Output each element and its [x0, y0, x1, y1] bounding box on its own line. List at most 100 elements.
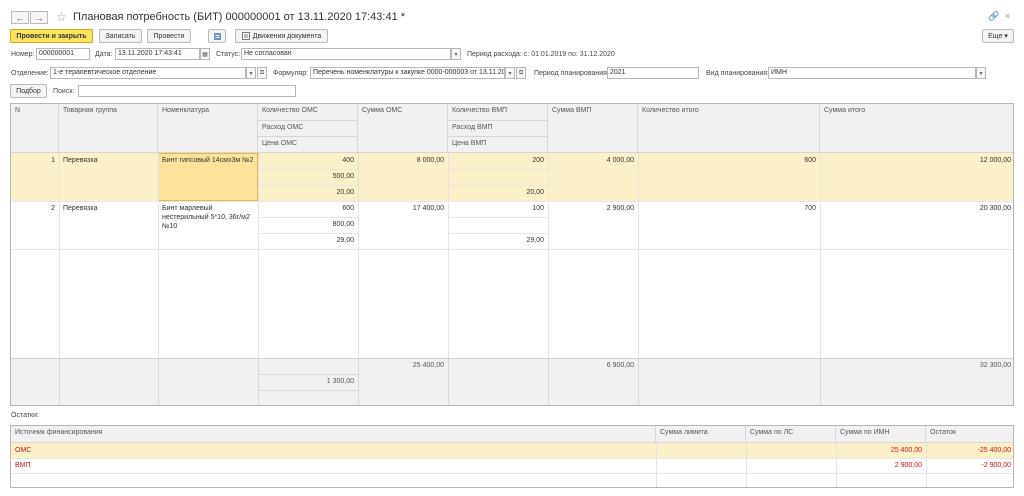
total-sum-total: 32 300,00	[979, 362, 1011, 369]
col-consumption-vmp[interactable]: Расход ВМП	[448, 121, 548, 137]
subrow-line	[448, 217, 548, 218]
col-divider	[448, 153, 449, 358]
department-label: Отделение:	[11, 70, 49, 77]
plan-kind-dropdown-icon[interactable]: ▾	[976, 67, 986, 79]
col-by-ls[interactable]: Сумма по ЛС	[746, 426, 836, 443]
col-nomenclature[interactable]: Номенклатура	[158, 104, 258, 153]
balance-row1-rest[interactable]: -25 400,00	[926, 446, 1013, 456]
col-price-oms[interactable]: Цена ОМС	[258, 137, 358, 153]
subrow-line	[258, 217, 358, 218]
subrow-line	[448, 169, 548, 170]
row2-consumption-oms[interactable]: 800,00	[258, 220, 358, 230]
col-sum-total[interactable]: Сумма итого	[820, 104, 1013, 153]
row1-qty-oms[interactable]: 400	[258, 156, 358, 166]
row1-qty-total[interactable]: 600	[638, 156, 820, 166]
plan-period-label: Период планирования:	[534, 70, 609, 77]
row2-qty-oms[interactable]: 600	[258, 204, 358, 214]
row2-price-vmp[interactable]: 29,00	[448, 236, 548, 246]
back-arrow-icon[interactable]: ←	[11, 11, 29, 24]
save-button[interactable]: Записать	[99, 29, 142, 43]
row1-sum-total[interactable]: 12 000,00	[820, 156, 1013, 166]
footer-divider	[59, 358, 60, 405]
row2-qty-total[interactable]: 700	[638, 204, 820, 214]
more-label: Еще	[988, 32, 1003, 40]
document-movements-button[interactable]: Движения документа	[235, 29, 328, 43]
footer-divider	[448, 358, 449, 405]
col-sum-oms[interactable]: Сумма ОМС	[358, 104, 448, 153]
row1-nomenclature[interactable]: Бинт гипсовый 14смх3м №2	[158, 156, 258, 166]
formulary-field[interactable]: Перечень номенклатуры к закупке 0000-000…	[310, 67, 505, 79]
row1-consumption-oms[interactable]: 500,00	[258, 172, 358, 182]
forward-arrow-icon[interactable]: →	[30, 11, 48, 24]
formulary-dropdown-icon[interactable]: ▾	[505, 67, 515, 79]
row1-sum-oms[interactable]: 8 000,00	[358, 156, 448, 166]
col-qty-oms[interactable]: Количество ОМС	[258, 104, 358, 121]
col-consumption-oms[interactable]: Расход ОМС	[258, 121, 358, 137]
report-icon	[213, 32, 221, 40]
report-button[interactable]	[208, 29, 226, 43]
row1-price-vmp[interactable]: 20,00	[448, 188, 548, 198]
formulary-open-icon[interactable]: ⧉	[516, 67, 526, 79]
department-dropdown-icon[interactable]: ▾	[246, 67, 256, 79]
status-dropdown-icon[interactable]: ▾	[451, 48, 461, 60]
col-qty-vmp[interactable]: Количество ВМП	[448, 104, 548, 121]
number-label: Номер:	[11, 51, 35, 58]
nomenclature-table[interactable]: N Товарная группа Номенклатура Количеств…	[10, 103, 1014, 406]
col-sum-vmp[interactable]: Сумма ВМП	[548, 104, 638, 153]
plan-period-field[interactable]: 2021	[607, 67, 699, 79]
col-group[interactable]: Товарная группа	[59, 104, 158, 153]
col-by-imn[interactable]: Сумма по ИМН	[836, 426, 926, 443]
col-price-vmp[interactable]: Цена ВМП	[448, 137, 548, 153]
row1-qty-vmp[interactable]: 200	[448, 156, 548, 166]
row2-nomenclature-line3[interactable]: №10	[158, 222, 258, 232]
link-icon[interactable]: 🔗	[988, 11, 999, 22]
row-separator	[11, 249, 1013, 250]
balances-label: Остатки:	[11, 412, 39, 419]
row2-price-oms[interactable]: 29,00	[258, 236, 358, 246]
row2-group: Перевязка	[63, 205, 98, 212]
plan-kind-field[interactable]: ИМН	[768, 67, 976, 79]
close-icon[interactable]: ×	[1005, 11, 1010, 21]
balances-table[interactable]: Источник финансирования Сумма лимита Сум…	[10, 425, 1014, 488]
subrow-line	[258, 169, 358, 170]
col-rest[interactable]: Остаток	[926, 426, 1013, 443]
row1-group: Перевязка	[63, 157, 98, 164]
balance-row2-rest[interactable]: -2 900,00	[926, 461, 1013, 471]
chevron-down-icon: ▾	[1004, 33, 1008, 40]
movements-label: Движения документа	[252, 32, 322, 40]
date-label: Дата:	[95, 51, 113, 58]
more-button[interactable]: Еще ▾	[982, 29, 1014, 43]
row1-price-oms[interactable]: 20,00	[258, 188, 358, 198]
search-input[interactable]	[78, 85, 296, 97]
star-icon[interactable]: ☆	[56, 10, 67, 24]
department-open-icon[interactable]: ⧉	[257, 67, 267, 79]
page-title: Плановая потребность (БИТ) 000000001 от …	[73, 11, 406, 23]
balance-row1-by-imn[interactable]: 25 400,00	[836, 446, 926, 456]
col-divider	[358, 153, 359, 358]
total-sum-oms: 25 400,00	[412, 362, 444, 369]
col-limit[interactable]: Сумма лимита	[656, 426, 746, 443]
subrow-line	[258, 233, 358, 234]
balance-row1-source[interactable]: ОМС	[11, 446, 656, 456]
row-separator	[11, 458, 1013, 459]
footer-subline	[258, 374, 358, 375]
row2-qty-vmp[interactable]: 100	[448, 204, 548, 214]
row2-sum-oms[interactable]: 17 400,00	[358, 204, 448, 214]
date-field[interactable]: 13.11.2020 17:43:41	[115, 48, 200, 60]
balance-row2-by-imn[interactable]: 2 900,00	[836, 461, 926, 471]
number-field[interactable]: 000000001	[36, 48, 90, 60]
row1-sum-vmp[interactable]: 4 000,00	[548, 156, 638, 166]
balance-row2-source[interactable]: ВМП	[11, 461, 656, 471]
calendar-icon[interactable]: ▦	[200, 48, 210, 60]
col-n[interactable]: N	[11, 104, 59, 153]
status-field[interactable]: Не согласован	[241, 48, 451, 60]
post-button[interactable]: Провести	[147, 29, 191, 43]
row2-sum-vmp[interactable]: 2 900,00	[548, 204, 638, 214]
col-qty-total[interactable]: Количество итого	[638, 104, 820, 153]
col-divider	[158, 153, 159, 358]
department-field[interactable]: 1-е терапевтическое отделение	[50, 67, 246, 79]
post-and-close-button[interactable]: Провести и закрыть	[10, 29, 93, 43]
pick-button[interactable]: Подбор	[10, 84, 47, 98]
col-source[interactable]: Источник финансирования	[11, 426, 656, 443]
row2-sum-total[interactable]: 20 300,00	[820, 204, 1013, 214]
